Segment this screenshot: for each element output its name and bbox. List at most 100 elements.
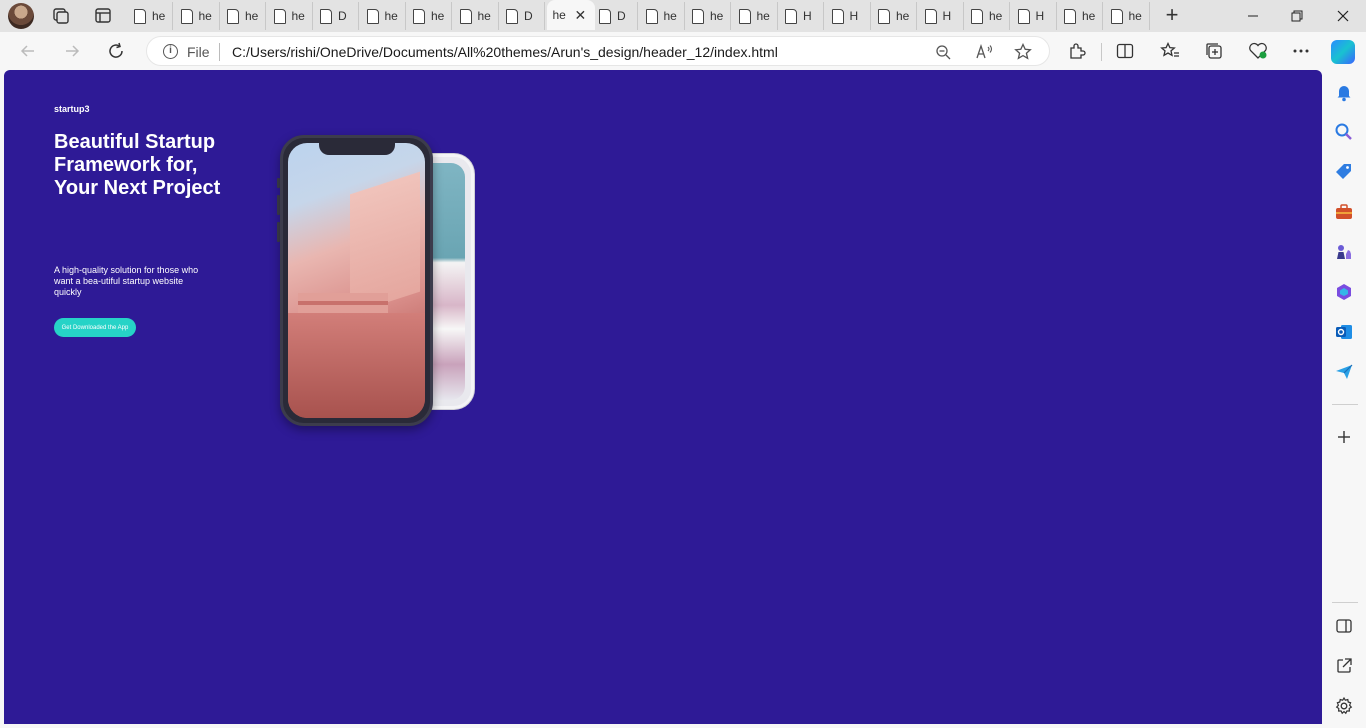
page-file-icon (413, 8, 425, 24)
browser-tab[interactable]: D (314, 2, 359, 30)
tab-title: he (896, 9, 910, 23)
page-file-icon (971, 8, 983, 24)
page-file-icon (831, 8, 844, 24)
building-base-image (288, 313, 425, 418)
tab-actions-icon[interactable] (92, 6, 114, 26)
tab-title: H (942, 9, 952, 23)
tab-title: he (552, 8, 566, 22)
tab-title: he (710, 9, 724, 23)
favorite-star-icon[interactable] (1013, 42, 1033, 62)
phone-mockup-front (280, 135, 433, 426)
browser-toolbar: i File C:/Users/rishi/OneDrive/Documents… (0, 32, 1366, 70)
shopping-tag-icon[interactable] (1334, 162, 1354, 182)
sidebar-divider (1332, 404, 1358, 405)
page-file-icon (506, 8, 518, 24)
read-aloud-icon[interactable] (975, 42, 995, 62)
browser-tab[interactable]: he (407, 2, 452, 30)
hero-headline: Beautiful Startup Framework for, Your Ne… (54, 131, 221, 199)
browser-tab[interactable]: he (175, 2, 220, 30)
tab-title: he (1128, 9, 1142, 23)
close-window-button[interactable] (1320, 0, 1366, 32)
browser-essentials-icon[interactable] (1247, 41, 1269, 61)
tab-title: he (431, 9, 445, 23)
extensions-icon[interactable] (1066, 41, 1088, 61)
browser-tab[interactable]: H (1012, 2, 1057, 30)
url-text[interactable]: C:/Users/rishi/OneDrive/Documents/All%20… (232, 44, 778, 60)
page-file-icon (1064, 8, 1076, 24)
browser-tab[interactable]: he (686, 2, 731, 30)
page-file-icon (599, 8, 611, 24)
page-file-icon (692, 8, 704, 24)
browser-tab[interactable]: he (640, 2, 685, 30)
page-file-icon (227, 8, 239, 24)
search-icon[interactable] (1334, 122, 1354, 142)
browser-tab[interactable]: D (500, 2, 545, 30)
browser-tab[interactable]: he (733, 2, 778, 30)
browser-tab[interactable]: he (268, 2, 313, 30)
favorites-icon[interactable] (1159, 41, 1181, 61)
page-file-icon (924, 8, 937, 24)
browser-tab[interactable]: he (454, 2, 499, 30)
page-file-icon (320, 8, 332, 24)
phone-front-screen (288, 143, 425, 418)
address-bar[interactable]: i File C:/Users/rishi/OneDrive/Documents… (146, 36, 1050, 66)
brand-logo[interactable]: startup3 (54, 104, 90, 114)
forward-button[interactable] (58, 38, 86, 64)
hide-sidebar-icon[interactable] (1334, 616, 1354, 636)
page-file-icon (785, 8, 797, 24)
microsoft365-icon[interactable] (1334, 282, 1354, 302)
browser-tab[interactable]: he (221, 2, 266, 30)
browser-tab[interactable]: H (919, 2, 964, 30)
notifications-bell-icon[interactable] (1334, 82, 1354, 102)
browser-tab[interactable]: he (128, 2, 173, 30)
page-file-icon (459, 8, 472, 24)
browser-tab[interactable]: he (965, 2, 1010, 30)
tools-briefcase-icon[interactable] (1334, 202, 1354, 222)
settings-gear-icon[interactable] (1334, 696, 1354, 716)
back-arrow-icon (20, 45, 34, 57)
phone-notch (319, 141, 395, 155)
tab-title: D (338, 9, 347, 23)
refresh-button[interactable] (102, 38, 130, 64)
restore-button[interactable] (1274, 0, 1320, 32)
tab-title: he (198, 9, 212, 23)
page-file-icon (134, 8, 146, 24)
browser-tab[interactable]: H (826, 2, 871, 30)
tab-title: D (524, 9, 533, 23)
browser-tab[interactable]: H (779, 2, 824, 30)
zoom-out-icon[interactable] (933, 42, 953, 62)
site-info-icon[interactable]: i (163, 44, 178, 59)
copilot-icon[interactable] (1331, 40, 1355, 64)
tab-title: he (477, 9, 491, 23)
more-menu-icon[interactable] (1290, 41, 1312, 61)
page-viewport: startup3 Beautiful Startup Framework for… (4, 70, 1322, 724)
new-tab-button[interactable]: + (1160, 4, 1184, 28)
tab-title: he (663, 9, 677, 23)
browser-tab[interactable]: he (1105, 2, 1150, 30)
download-app-button[interactable]: Get Downloaded the App (54, 318, 136, 337)
browser-tab[interactable]: he ✕ (546, 0, 595, 30)
back-button[interactable] (14, 38, 42, 64)
workspaces-icon[interactable] (50, 6, 72, 26)
tab-title: he (384, 9, 398, 23)
page-file-icon (1110, 8, 1123, 24)
browser-tab[interactable]: he (872, 2, 917, 30)
add-sidebar-app-icon[interactable] (1334, 427, 1354, 447)
tab-title: H (849, 9, 859, 23)
outlook-icon[interactable] (1334, 322, 1354, 342)
scheme-label: File (187, 44, 210, 60)
browser-tab[interactable]: he (1058, 2, 1103, 30)
split-screen-icon[interactable] (1114, 41, 1136, 61)
page-file-icon (878, 8, 890, 24)
address-divider (219, 43, 220, 61)
browser-tab[interactable]: D (593, 2, 638, 30)
send-paper-plane-icon[interactable] (1334, 362, 1354, 382)
games-chess-icon[interactable] (1334, 242, 1354, 262)
profile-avatar[interactable] (8, 3, 34, 29)
close-tab-icon[interactable]: ✕ (575, 7, 587, 24)
open-external-icon[interactable] (1334, 656, 1354, 676)
browser-tab[interactable]: he (361, 2, 406, 30)
tab-title: he (291, 9, 305, 23)
minimize-button[interactable] (1230, 0, 1276, 32)
collections-icon[interactable] (1203, 41, 1225, 61)
